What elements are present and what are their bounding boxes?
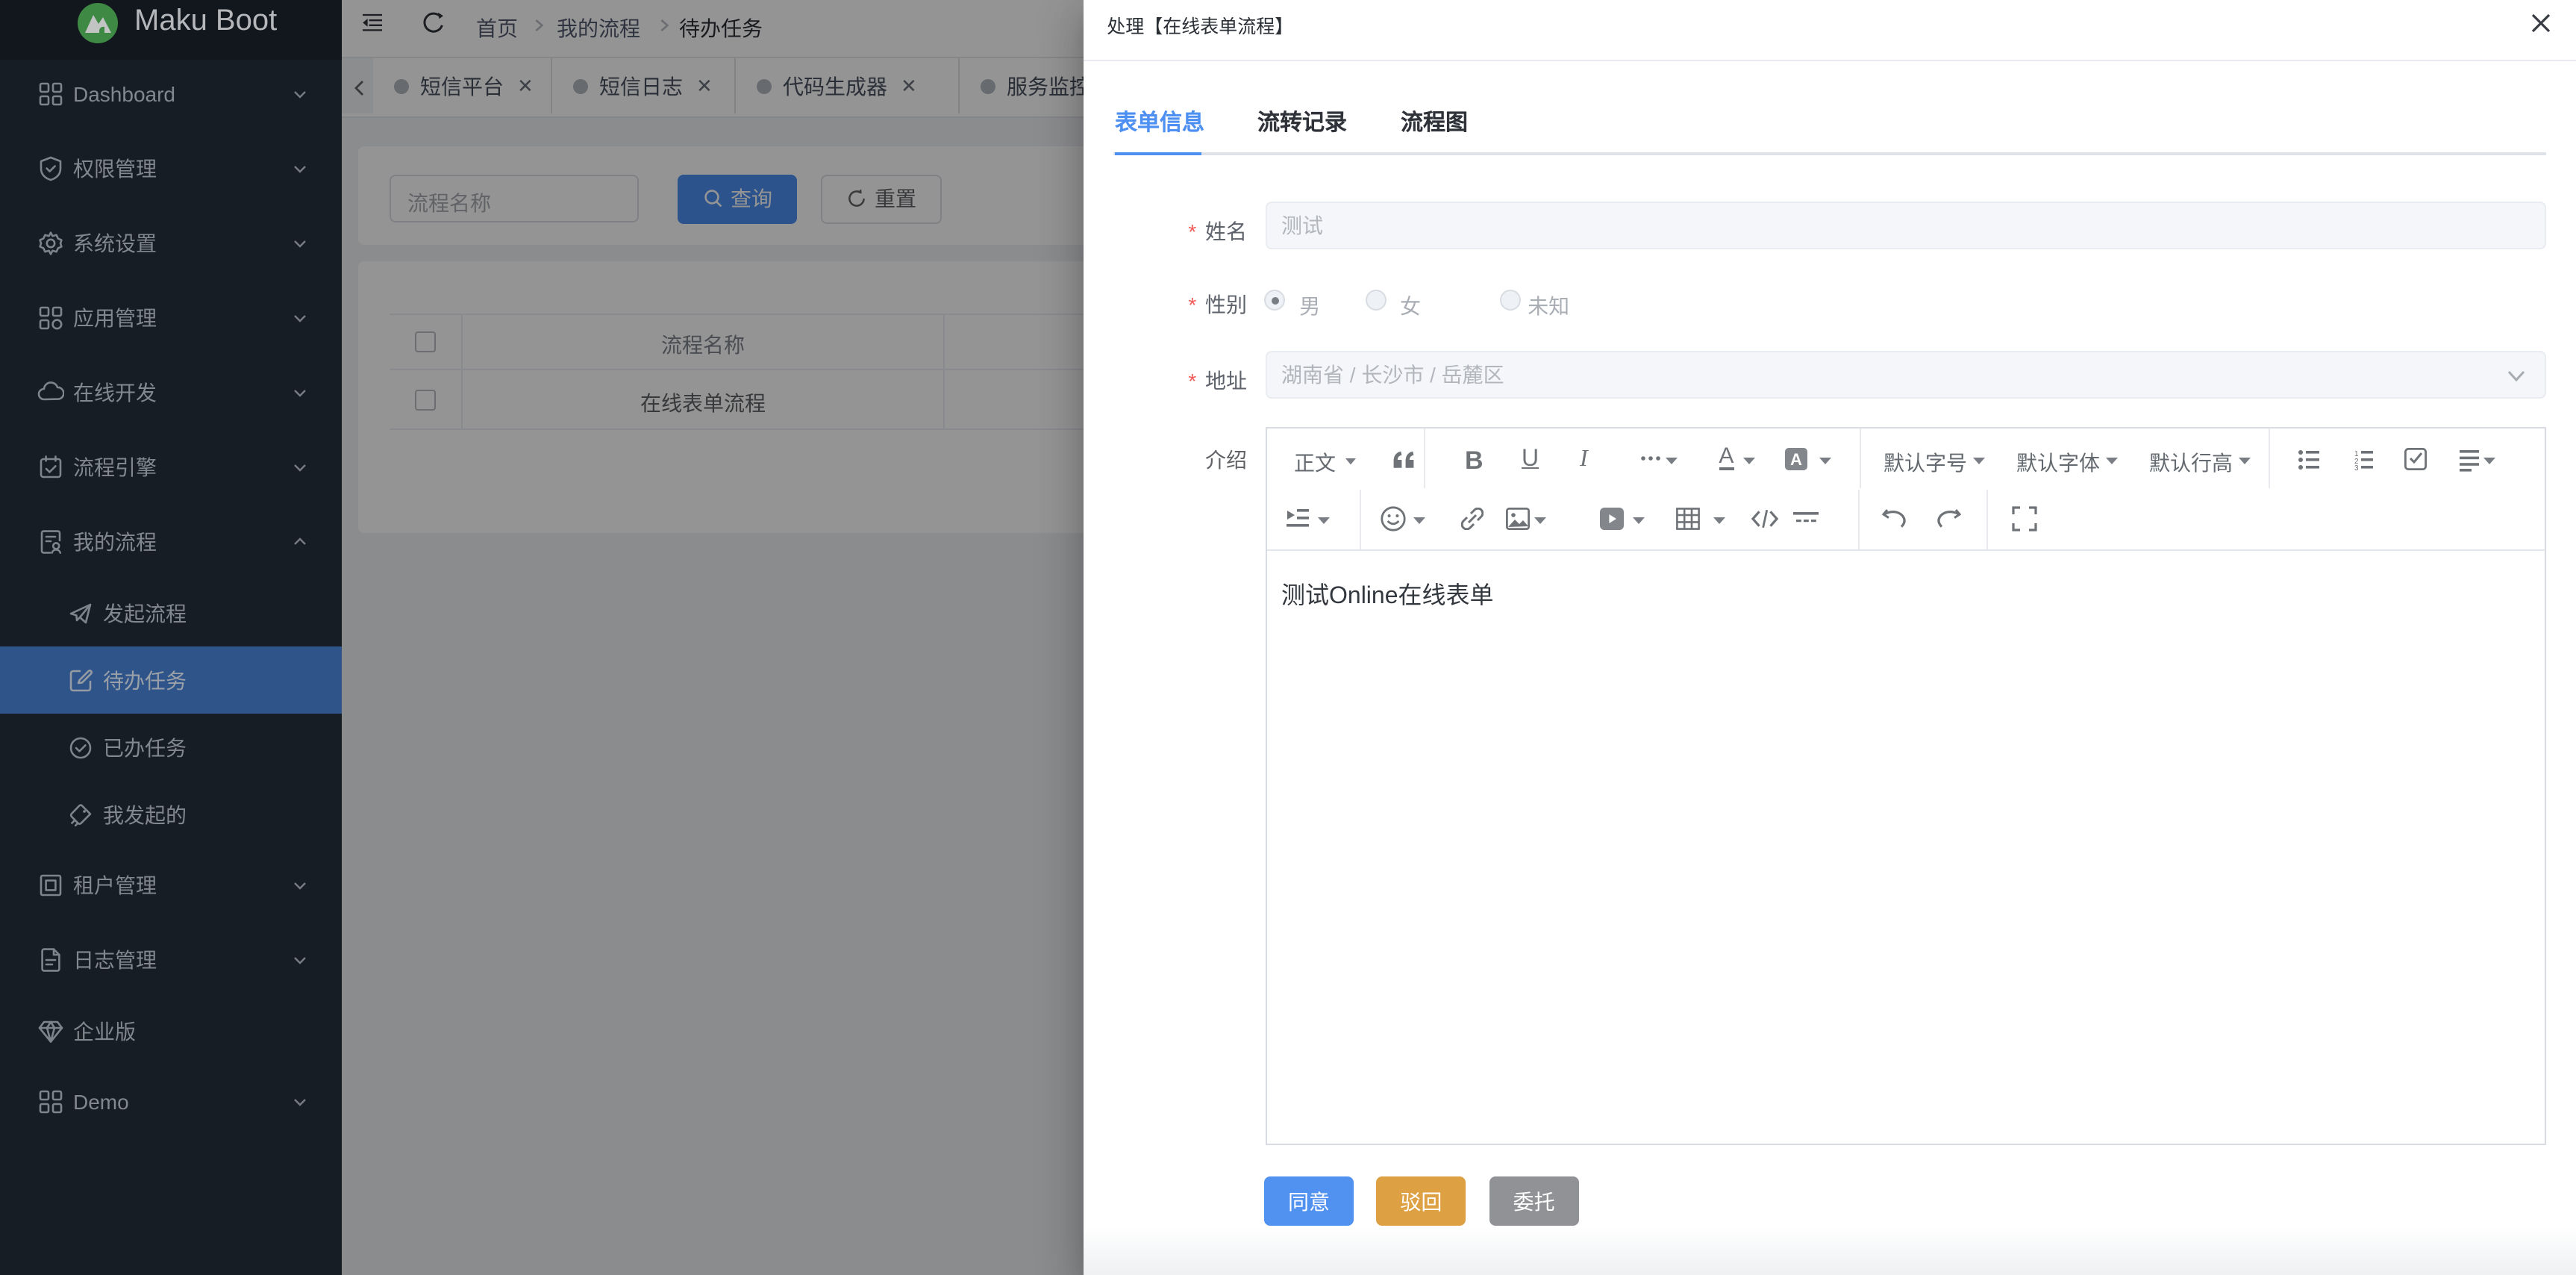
svg-text:3: 3 xyxy=(2354,464,2358,472)
svg-text:A: A xyxy=(1790,449,1802,468)
